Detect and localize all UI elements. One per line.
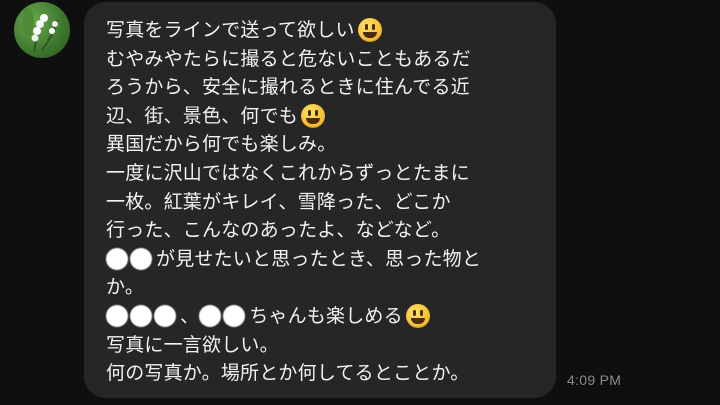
smiley-emoji-icon — [357, 18, 382, 43]
message-line: か。 — [106, 273, 538, 302]
message-text: 写真をラインで送って欲しい むやみやたらに撮ると危ないこともあるだ ろうから、安… — [106, 16, 538, 388]
message-line-text: 行った、こんなのあったよ、などなど。 — [106, 219, 451, 242]
redaction-blob — [154, 305, 176, 328]
redacted-name — [106, 248, 154, 271]
redaction-blob — [223, 305, 246, 328]
message-line-text: が見せたいと思ったとき、思った物と — [156, 247, 482, 270]
message-line: 行った、こんなのあったよ、などなど。 — [106, 216, 538, 245]
message-line-text: 何の写真か。場所とか何してるとことか。 — [106, 362, 470, 385]
message-line: 何の写真か。場所とか何してるとことか。 — [106, 359, 538, 388]
message-line: 一度に沢山ではなくこれからずっとたまに — [106, 159, 538, 188]
redaction-blob — [130, 305, 152, 328]
message-line: むやみやたらに撮ると危ないこともあるだ — [106, 45, 538, 74]
message-timestamp: 4:09 PM — [567, 372, 622, 388]
smiley-emoji-icon — [405, 304, 430, 329]
contact-avatar[interactable] — [14, 2, 70, 58]
redaction-blob — [106, 248, 128, 271]
message-line-text: か。 — [106, 276, 145, 299]
smiley-emoji-icon — [301, 104, 326, 129]
lily-of-the-valley-avatar-icon — [22, 8, 59, 53]
redacted-name — [199, 305, 247, 328]
message-line-text: 写真に一言欲しい。 — [106, 333, 279, 356]
message-line: 辺、街、景色、何でも — [106, 102, 538, 131]
message-line-text: むやみやたらに撮ると危ないこともあるだ — [106, 47, 471, 70]
redaction-blob — [106, 305, 128, 328]
redaction-blob — [199, 305, 222, 328]
message-line: 写真をラインで送って欲しい — [106, 16, 538, 45]
message-line: ろうから、安全に撮れるときに住んでる近 — [106, 73, 538, 102]
message-line-text: 辺、街、景色、何でも — [106, 104, 299, 127]
message-line: 異国だから何でも楽しみ。 — [106, 130, 538, 159]
redaction-blob — [130, 248, 152, 271]
message-bubble[interactable]: 写真をラインで送って欲しい むやみやたらに撮ると危ないこともあるだ ろうから、安… — [84, 2, 556, 398]
redacted-name — [106, 305, 178, 328]
message-line: が見せたいと思ったとき、思った物と — [106, 245, 538, 274]
message-line: 、 ちゃんも楽しめる — [106, 302, 538, 331]
message-line-text: ろうから、安全に撮れるときに住んでる近 — [106, 76, 470, 99]
message-line-text: ちゃんも楽しめる — [249, 304, 403, 327]
message-line-text: 一枚。紅葉がキレイ、雪降った、どこか — [106, 190, 451, 213]
message-line-text: 一度に沢山ではなくこれからずっとたまに — [106, 161, 470, 184]
message-line: 写真に一言欲しい。 — [106, 331, 538, 360]
message-line-text: 異国だから何でも楽しみ。 — [106, 133, 337, 156]
message-line: 一枚。紅葉がキレイ、雪降った、どこか — [106, 188, 538, 217]
message-line-text: 、 — [180, 304, 200, 327]
message-line-text: 写真をラインで送って欲しい — [106, 19, 355, 41]
